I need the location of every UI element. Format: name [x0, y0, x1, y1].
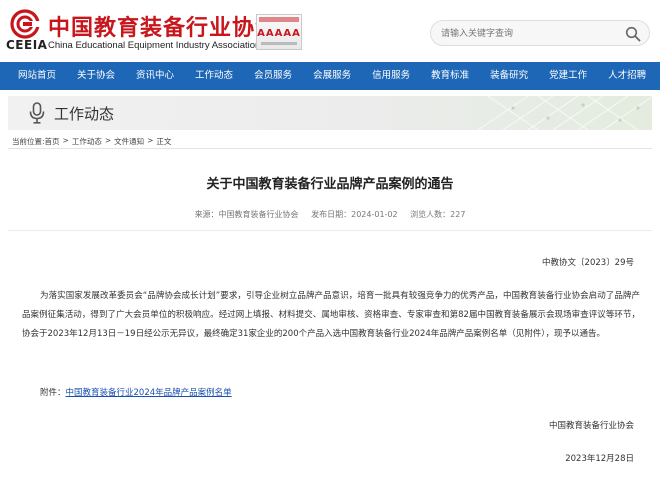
- search-box: [430, 20, 650, 46]
- attachment-link[interactable]: 中国教育装备行业2024年品牌产品案例名单: [66, 388, 232, 398]
- breadcrumb-divider: [8, 148, 652, 149]
- nav-item-10[interactable]: 人才招聘: [608, 62, 646, 90]
- nav-item-2[interactable]: 资讯中心: [136, 62, 174, 90]
- search-icon[interactable]: [625, 26, 641, 42]
- aaaaa-rating-badge: AAAAA: [256, 14, 302, 50]
- badge-bar: [261, 42, 297, 45]
- article-signature: 中国教育装备行业协会: [548, 421, 634, 431]
- badge-text: AAAAA: [257, 28, 301, 39]
- meta-divider: [8, 230, 652, 231]
- nav-item-6[interactable]: 信用服务: [372, 62, 410, 90]
- microphone-icon: [29, 102, 45, 124]
- attachment-label: 附件：: [40, 388, 66, 398]
- nav-item-5[interactable]: 会展服务: [313, 62, 351, 90]
- breadcrumb-home[interactable]: 首页: [45, 136, 60, 147]
- article-view-count: 浏览人数：227: [410, 210, 466, 219]
- breadcrumb-separator: >: [147, 136, 154, 145]
- breadcrumb-separator: >: [104, 136, 112, 145]
- article-meta: 来源：中国教育装备行业协会 发布日期：2024-01-02 浏览人数：227: [0, 209, 660, 220]
- breadcrumb-notices[interactable]: 文件通知: [114, 136, 144, 147]
- badge-stripe: [259, 17, 299, 22]
- nav-item-1[interactable]: 关于协会: [77, 62, 115, 90]
- article-publish-date: 发布日期：2024-01-02: [311, 210, 398, 219]
- nav-item-8[interactable]: 装备研究: [490, 62, 528, 90]
- document-number: 中教协文〔2023〕29号: [542, 258, 634, 268]
- site-header: 中国教育装备行业协会 CEEIA China Educational Equip…: [0, 0, 660, 62]
- nav-item-9[interactable]: 党建工作: [549, 62, 587, 90]
- nav-list: 网站首页 关于协会 资讯中心 工作动态 会员服务 会展服务 信用服务 教育标准 装备研究 党建工作…: [0, 62, 660, 90]
- nav-item-7[interactable]: 教育标准: [431, 62, 469, 90]
- search-input[interactable]: [441, 25, 611, 43]
- main-nav: 网站首页 关于协会 资讯中心 工作动态 会员服务 会展服务 信用服务 教育标准 装备研究 党建工作…: [0, 62, 660, 90]
- attachment-line: 附件：中国教育装备行业2024年品牌产品案例名单: [40, 386, 232, 398]
- org-name-cn[interactable]: 中国教育装备行业协会: [48, 10, 278, 42]
- article-body: 为落实国家发展改革委员会“品牌协会成长计划”要求，引导企业树立品牌产品意识，培育…: [22, 291, 640, 339]
- breadcrumb-current: 正文: [156, 137, 172, 146]
- breadcrumb-separator: >: [62, 136, 69, 145]
- section-banner: 工作动态: [8, 96, 652, 130]
- org-name-en: China Educational Equipment Industry Ass…: [48, 40, 261, 51]
- nav-item-4[interactable]: 会员服务: [254, 62, 292, 90]
- nav-item-3[interactable]: 工作动态: [195, 62, 233, 90]
- breadcrumb-work-news[interactable]: 工作动态: [72, 136, 102, 147]
- section-title: 工作动态: [54, 105, 115, 123]
- ceeia-logo-icon[interactable]: [10, 9, 40, 39]
- article-date: 2023年12月28日: [565, 454, 634, 464]
- nav-item-0[interactable]: 网站首页: [18, 62, 56, 90]
- org-abbr: CEEIA: [6, 38, 48, 52]
- breadcrumb-label: 当前位置:: [12, 137, 45, 146]
- article-title: 关于中国教育装备行业品牌产品案例的通告: [206, 177, 454, 192]
- article-source: 来源：中国教育装备行业协会: [194, 210, 299, 219]
- breadcrumb: 当前位置: 首页 > 工作动态 > 文件通知 > 正文: [12, 136, 171, 147]
